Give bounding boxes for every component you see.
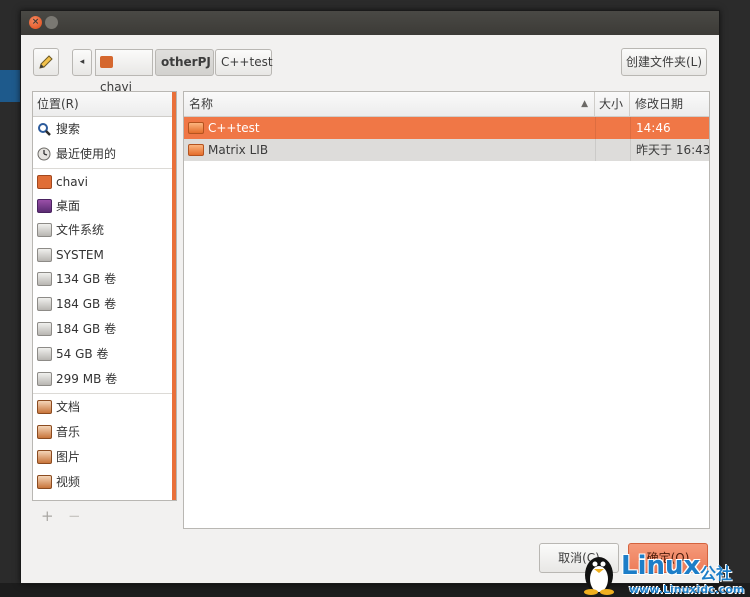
sidebar-header[interactable]: 位置(R) <box>33 92 176 117</box>
watermark-brand: Linux <box>621 551 701 581</box>
close-icon[interactable]: × <box>29 16 42 29</box>
drive-icon <box>37 322 52 336</box>
sidebar-item-label: chavi <box>56 175 88 189</box>
file-row[interactable]: Matrix LIB 昨天于 16:43 <box>184 139 709 161</box>
home-icon <box>37 175 52 189</box>
sidebar-item-label: SYSTEM <box>56 248 104 262</box>
drive-icon <box>37 272 52 286</box>
watermark-suffix: 公社 <box>700 564 733 583</box>
file-row[interactable]: C++test 14:46 <box>184 117 709 139</box>
sidebar-item-home[interactable]: chavi <box>33 170 176 194</box>
titlebar: × <box>21 11 719 35</box>
sidebar-item-label: 134 GB 卷 <box>56 272 117 286</box>
sidebar-item-volume-184gb-a[interactable]: 184 GB 卷 <box>33 292 176 317</box>
sidebar-item-volume-184gb-b[interactable]: 184 GB 卷 <box>33 317 176 342</box>
add-bookmark-button[interactable]: + <box>41 507 54 525</box>
file-chooser-dialog: × ◂ chavi otherPJ C++test 创建文件夹(L) 位置(R)… <box>20 10 720 584</box>
sidebar-item-label: 音乐 <box>56 425 81 439</box>
drive-icon <box>37 223 52 237</box>
pencil-icon <box>39 55 53 69</box>
breadcrumb-otherpj[interactable]: otherPJ <box>155 49 214 76</box>
penguin-logo-icon <box>584 557 614 595</box>
file-name-cell: Matrix LIB <box>184 139 595 161</box>
sidebar-item-label: 文档 <box>56 400 81 414</box>
videos-icon <box>37 475 52 489</box>
sidebar-scrollbar[interactable] <box>172 92 176 500</box>
sidebar-item-filesystem[interactable]: 文件系统 <box>33 218 176 243</box>
search-icon <box>38 123 51 136</box>
file-name: C++test <box>208 121 260 135</box>
file-name-cell: C++test <box>184 117 595 139</box>
recent-icon <box>37 147 51 161</box>
sidebar-item-system[interactable]: SYSTEM <box>33 243 176 267</box>
breadcrumb-cpptest[interactable]: C++test <box>215 49 273 76</box>
minimize-icon[interactable] <box>45 16 58 29</box>
sidebar-item-music[interactable]: 音乐 <box>33 420 176 445</box>
sidebar-item-label: 54 GB 卷 <box>56 347 109 361</box>
sidebar-item-label: 184 GB 卷 <box>56 322 117 336</box>
sidebar-item-label: 299 MB 卷 <box>56 372 118 386</box>
breadcrumb-chavi[interactable]: chavi <box>95 49 153 94</box>
sidebar-item-label: 搜索 <box>56 122 81 136</box>
home-icon <box>100 56 113 68</box>
file-name: Matrix LIB <box>208 143 269 157</box>
column-header-size[interactable]: 大小 <box>595 92 630 117</box>
watermark-url: www.Linuxidc.com <box>629 583 745 596</box>
drive-icon <box>37 347 52 361</box>
sidebar-item-recent[interactable]: 最近使用的 <box>33 142 176 167</box>
drive-icon <box>37 248 52 262</box>
sidebar-item-volume-54gb[interactable]: 54 GB 卷 <box>33 342 176 367</box>
music-icon <box>37 425 52 439</box>
sidebar-item-label: 文件系统 <box>56 223 105 237</box>
file-size <box>595 139 630 161</box>
places-sidebar: 位置(R) 搜索 最近使用的 chavi 桌面 文件系统 SYSTEM 134 … <box>32 91 177 501</box>
sidebar-item-label: 桌面 <box>56 199 81 213</box>
sidebar-separator <box>33 168 176 169</box>
sidebar-item-search[interactable]: 搜索 <box>33 117 176 142</box>
column-header-label: 名称 <box>189 97 214 111</box>
sidebar-item-label: 184 GB 卷 <box>56 297 117 311</box>
pictures-icon <box>37 450 52 464</box>
sidebar-item-documents[interactable]: 文档 <box>33 395 176 420</box>
file-size <box>595 117 630 139</box>
watermark: Linux 公社 www.Linuxidc.com <box>577 549 750 597</box>
folder-icon <box>188 144 204 156</box>
column-header-name[interactable]: 名称 ▲ <box>184 92 595 117</box>
folder-icon <box>188 122 204 134</box>
file-modified: 昨天于 16:43 <box>630 139 709 161</box>
file-list: 名称 ▲ 大小 修改日期 C++test 14:46 Matrix LIB 昨天… <box>183 91 710 529</box>
sidebar-item-volume-134gb[interactable]: 134 GB 卷 <box>33 267 176 292</box>
edit-location-button[interactable] <box>33 48 59 76</box>
drive-icon <box>37 372 52 386</box>
sidebar-item-label: 最近使用的 <box>56 147 117 161</box>
sidebar-item-desktop[interactable]: 桌面 <box>33 194 176 218</box>
documents-icon <box>37 400 52 414</box>
sort-ascending-icon: ▲ <box>581 99 588 109</box>
sidebar-item-videos[interactable]: 视频 <box>33 470 176 495</box>
desktop-icon <box>37 199 52 213</box>
sidebar-item-label: 图片 <box>56 450 81 464</box>
column-header-modified[interactable]: 修改日期 <box>630 92 709 117</box>
drive-icon <box>37 297 52 311</box>
remove-bookmark-button[interactable]: − <box>68 507 81 525</box>
breadcrumb-back-button[interactable]: ◂ <box>72 49 92 76</box>
sidebar-item-pictures[interactable]: 图片 <box>33 445 176 470</box>
sidebar-item-volume-299mb[interactable]: 299 MB 卷 <box>33 367 176 392</box>
file-modified: 14:46 <box>630 117 709 139</box>
file-list-header: 名称 ▲ 大小 修改日期 <box>184 92 709 117</box>
background-window-edge <box>0 70 20 102</box>
sidebar-separator <box>33 393 176 394</box>
create-folder-button[interactable]: 创建文件夹(L) <box>621 48 707 76</box>
sidebar-item-label: 视频 <box>56 475 81 489</box>
